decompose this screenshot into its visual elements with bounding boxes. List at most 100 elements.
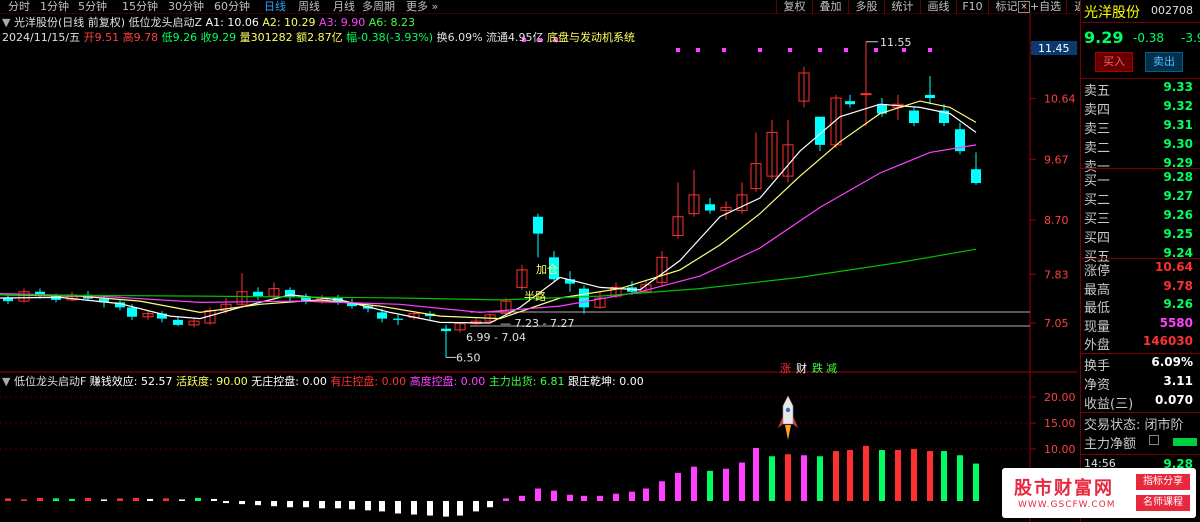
sub-bar xyxy=(303,501,309,508)
toolbar-button-3[interactable]: 统计 xyxy=(884,0,920,14)
ask-row[interactable]: 卖三 9.31 xyxy=(1081,118,1200,137)
collapse-icon[interactable]: ▼ xyxy=(2,375,10,388)
period-toolbar: 分时 1分钟 5分钟 15分钟 30分钟 60分钟 日线 周线 月线 多周期 更多 » 复权 叠加 多股统… xyxy=(0,0,1097,14)
sub-bar xyxy=(973,463,979,501)
bid-row[interactable]: 买二 9.27 xyxy=(1081,189,1200,208)
toolbar-button-7[interactable]: +自选 xyxy=(1024,0,1066,14)
signal-dot xyxy=(722,48,726,52)
order-price: 9.27 xyxy=(1163,189,1193,203)
sub-bar xyxy=(271,501,277,507)
ma60-line xyxy=(0,248,977,301)
watermark-logo: 股市财富网 WWW.GSCFW.COM 指标分享 名师课程 xyxy=(1002,468,1196,518)
ask-row[interactable]: 卖四 9.32 xyxy=(1081,99,1200,118)
sub-bar xyxy=(255,501,261,506)
low-price-label: 6.50 xyxy=(456,351,481,364)
indicator-name[interactable]: 低位龙头启动Z xyxy=(129,16,203,29)
has-control: 有庄控盘: 0.00 xyxy=(330,375,407,388)
buy-button[interactable]: 买入 xyxy=(1095,52,1133,72)
order-label: 买三 xyxy=(1084,212,1111,227)
ask-row[interactable]: 卖二 9.30 xyxy=(1081,137,1200,156)
period-tab-5[interactable]: 60分钟 xyxy=(214,0,250,13)
high-price-label: 11.55 xyxy=(880,36,912,49)
quote-float: 流通4.95亿 xyxy=(486,31,544,44)
order-price: 9.25 xyxy=(1163,227,1193,241)
period-tab-1[interactable]: 1分钟 xyxy=(40,0,69,13)
close-icon[interactable]: × xyxy=(1018,1,1030,13)
stat-label: 涨停 xyxy=(1084,264,1111,279)
toolbar-button-5[interactable]: F10 xyxy=(956,0,988,14)
order-label: 买二 xyxy=(1084,193,1111,208)
rocket-flame-icon xyxy=(785,425,791,440)
toolbar-button-2[interactable]: 多股 xyxy=(848,0,884,14)
quote-volume: 量301282 xyxy=(239,31,293,44)
sub-bar xyxy=(473,501,479,512)
sell-button[interactable]: 卖出 xyxy=(1145,52,1183,72)
sub-bar xyxy=(833,451,839,501)
period-tab-7[interactable]: 周线 xyxy=(298,0,320,13)
sub-bar xyxy=(957,455,963,501)
sub-bar xyxy=(927,451,933,501)
sub-bar xyxy=(395,501,401,514)
ask-row[interactable]: 卖五 9.33 xyxy=(1081,80,1200,99)
kline-chart[interactable]: 11.45 10.64 9.67 8.70 7.83 7.05 11.55 6.50 6.99 … xyxy=(0,0,1078,522)
sub-bar xyxy=(21,499,27,501)
list-icon[interactable] xyxy=(1149,435,1159,445)
net-flow-row: 主力净额 xyxy=(1081,433,1200,452)
panel-change: -0.38 xyxy=(1133,31,1165,45)
price-axis-label: 10.64 xyxy=(1044,93,1076,106)
quote-change: 幅-0.38(-3.93%) xyxy=(346,31,434,44)
toolbar-button-4[interactable]: 画线 xyxy=(920,0,956,14)
stat-row: 涨停 10.64 xyxy=(1081,260,1200,279)
sub-bar xyxy=(879,450,885,501)
candle-body xyxy=(705,204,715,211)
period-tab-10[interactable]: 更多 » xyxy=(406,0,438,13)
toolbar-button-0[interactable]: 复权 xyxy=(776,0,812,14)
sub-indicator-line: ▼ 低位龙头启动F 赚钱效应: 52.57 活跃度: 90.00 无庄控盘: 0… xyxy=(2,375,644,389)
period-tab-8[interactable]: 月线 xyxy=(333,0,355,13)
watermark-tag-course: 名师课程 xyxy=(1136,495,1190,511)
signal-dot xyxy=(874,48,878,52)
collapse-icon[interactable]: ▼ xyxy=(2,16,10,29)
toolbar-button-1[interactable]: 叠加 xyxy=(812,0,848,14)
quote-close: 收9.29 xyxy=(200,31,237,44)
quote-line: 2024/11/15/五 开9.51 高9.78 低9.26 收9.29 量30… xyxy=(2,31,635,45)
sub-bar xyxy=(643,488,649,501)
sub-bar xyxy=(101,499,107,501)
price-axis-label: 11.45 xyxy=(1038,42,1070,55)
title-line: ▼ 光洋股份(日线 前复权) 低位龙头启动Z A1: 10.06 A2: 10.… xyxy=(2,16,415,30)
period-tab-4[interactable]: 30分钟 xyxy=(168,0,204,13)
a1-value: A1: 10.06 xyxy=(205,16,259,29)
sub-bar xyxy=(133,497,139,501)
period-tab-0[interactable]: 分时 xyxy=(8,0,30,13)
trade-status: 交易状态: 闭市阶 xyxy=(1084,418,1184,433)
event-flag: 减 xyxy=(826,362,837,375)
stat-value: 10.64 xyxy=(1155,260,1193,274)
period-tab-2[interactable]: 5分钟 xyxy=(78,0,107,13)
a3-value: A3: 9.90 xyxy=(319,16,366,29)
period-tab-3[interactable]: 15分钟 xyxy=(122,0,158,13)
bid-row[interactable]: 买四 9.25 xyxy=(1081,227,1200,246)
period-tab-6[interactable]: 日线 xyxy=(264,0,286,13)
panel-pct: -3.93 xyxy=(1181,31,1200,45)
event-flag: 财 xyxy=(796,361,807,375)
panel-stock-name: 光洋股份 xyxy=(1084,5,1140,21)
period-tab-9[interactable]: 多周期 xyxy=(362,0,395,13)
sub-axis-label: 15.00 xyxy=(1044,417,1076,430)
ma10-line xyxy=(0,100,977,320)
signal-dot xyxy=(818,48,822,52)
candle-body xyxy=(441,328,451,332)
quote-open: 开9.51 xyxy=(83,31,120,44)
sub-indicator-name[interactable]: 低位龙头启动F xyxy=(14,375,86,388)
net-flow-label: 主力净额 xyxy=(1084,437,1137,452)
order-label: 买四 xyxy=(1084,231,1111,246)
signal-dot xyxy=(758,48,762,52)
signal-dot xyxy=(696,48,700,52)
candle-body xyxy=(925,94,935,98)
sub-bar xyxy=(365,501,371,511)
bid-row[interactable]: 买三 9.26 xyxy=(1081,208,1200,227)
order-price: 9.32 xyxy=(1163,99,1193,113)
stat-label: 现量 xyxy=(1084,319,1111,335)
stat-label: 最高 xyxy=(1084,282,1111,298)
sub-bar xyxy=(5,498,11,501)
bid-row[interactable]: 买一 9.28 xyxy=(1081,170,1200,189)
